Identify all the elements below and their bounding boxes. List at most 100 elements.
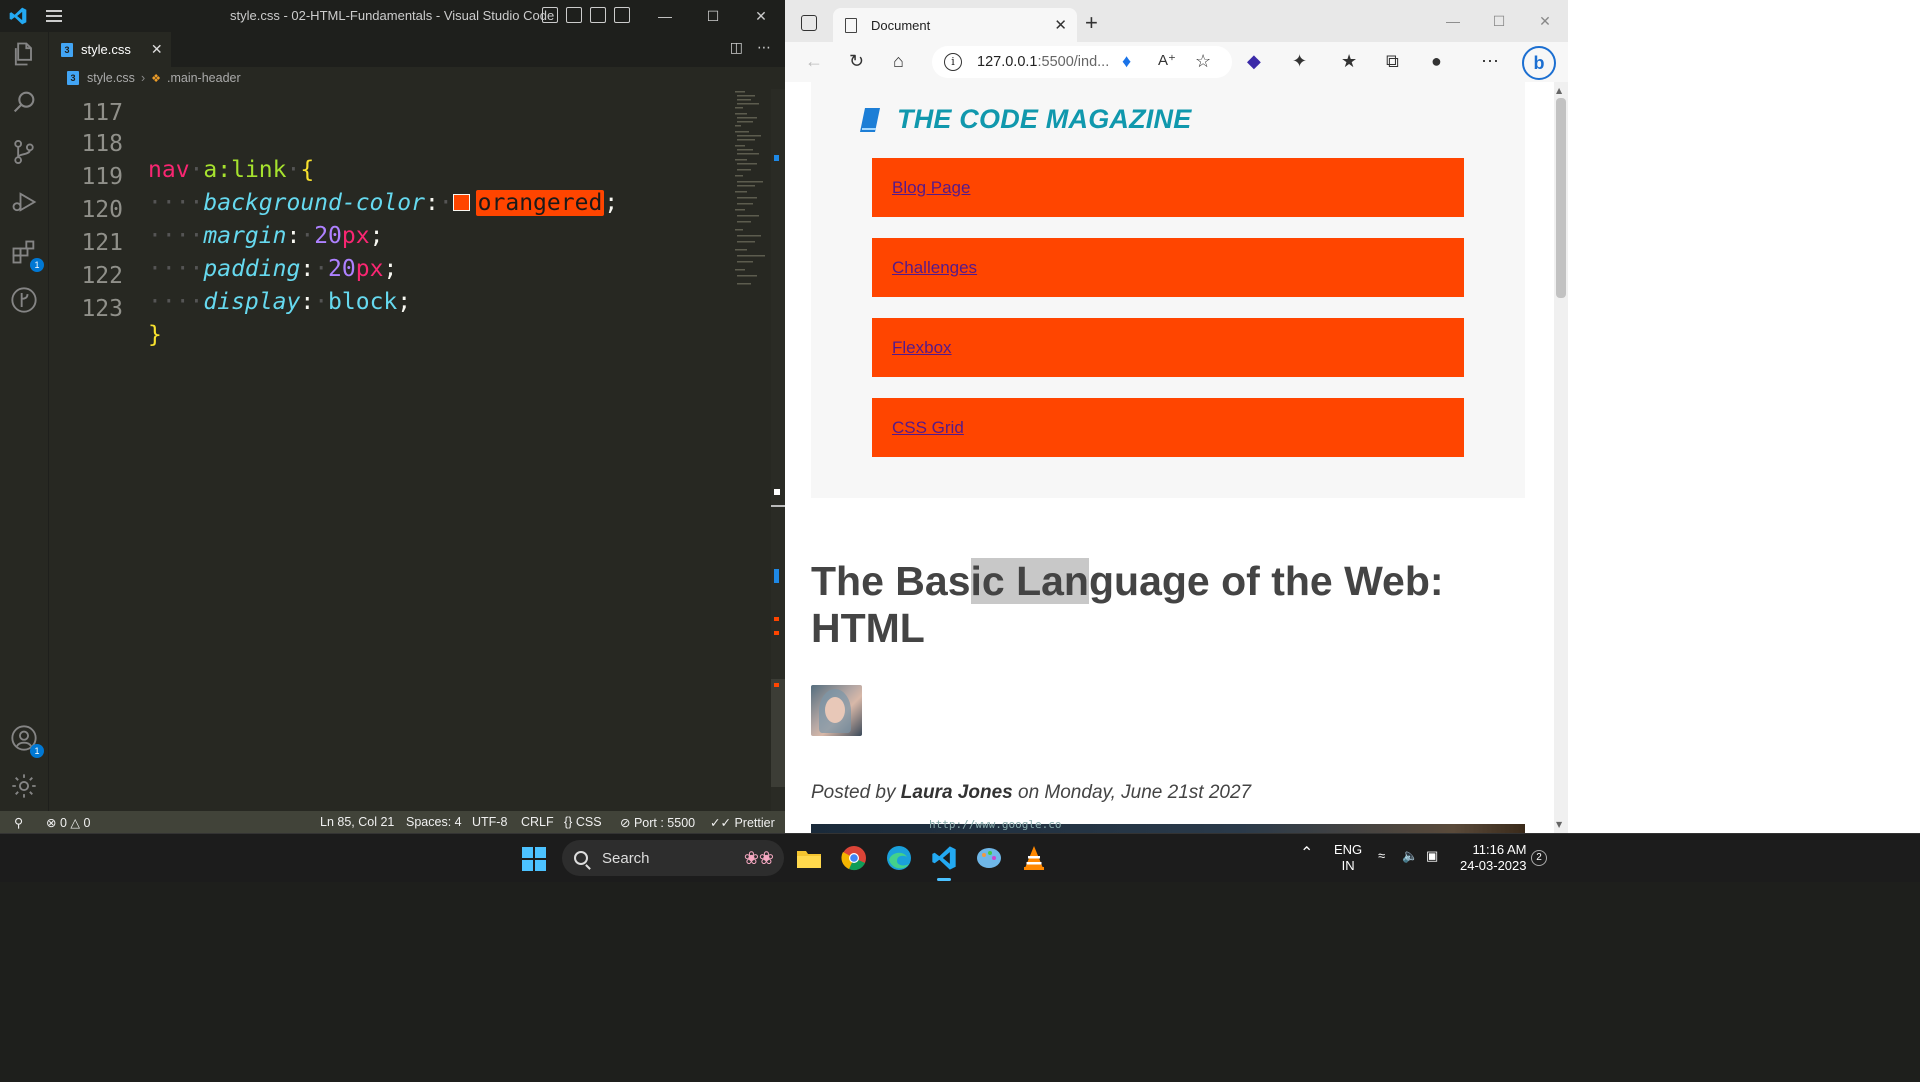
clock[interactable]: 11:16 AM 24-03-2023: [1460, 842, 1527, 874]
post-byline: Posted by Laura Jones on Monday, June 21…: [811, 782, 1251, 804]
close-tab-icon[interactable]: ✕: [151, 41, 163, 58]
taskbar-search[interactable]: Search ❀❀: [562, 840, 784, 876]
line-ending[interactable]: CRLF: [521, 815, 554, 829]
profile-avatar-icon[interactable]: ●: [1431, 51, 1442, 72]
read-aloud-icon[interactable]: A⁺: [1158, 51, 1176, 69]
live-server-port[interactable]: ⊘ Port : 5500: [620, 815, 695, 830]
code-line: 119 ····background-color:· orangered;: [49, 138, 729, 216]
favorites-icon[interactable]: ★: [1341, 51, 1357, 72]
braces-icon: {}: [564, 815, 573, 829]
search-icon[interactable]: [10, 88, 40, 118]
toggle-secondary-sidebar-icon[interactable]: [590, 7, 606, 23]
vlc-icon[interactable]: [1020, 844, 1048, 872]
browser-tab[interactable]: Document ✕: [833, 8, 1077, 42]
problems-indicator[interactable]: ⊗ 0 △ 0: [46, 815, 90, 830]
editor-scrollbar[interactable]: [771, 89, 785, 811]
clock-time: 11:16 AM: [1472, 842, 1527, 857]
minimize-button[interactable]: —: [641, 0, 689, 32]
accounts-icon[interactable]: 1: [10, 724, 44, 758]
scroll-marker: [774, 489, 780, 495]
address-bar[interactable]: i 127.0.0.1:5500/ind...: [932, 46, 1232, 78]
toggle-primary-sidebar-icon[interactable]: [542, 7, 558, 23]
battery-icon[interactable]: ▣: [1426, 848, 1438, 864]
start-button[interactable]: [522, 847, 546, 871]
bing-copilot-icon[interactable]: b: [1522, 46, 1556, 80]
breadcrumb-symbol[interactable]: .main-header: [167, 71, 241, 85]
explorer-icon[interactable]: [10, 40, 40, 70]
close-window-button[interactable]: ✕: [737, 0, 785, 32]
more-actions-icon[interactable]: ⋯: [757, 40, 771, 56]
source-control-icon[interactable]: [10, 138, 40, 168]
nav-link-css-grid[interactable]: CSS Grid: [872, 398, 1464, 457]
extensions-puzzle-icon[interactable]: ✦: [1292, 51, 1307, 72]
code-editor[interactable]: 117 118 nav·a:link·{ 119 ····background-…: [49, 89, 729, 811]
byline-date: on Monday, June 21st 2027: [1012, 782, 1252, 803]
line-number: 123: [81, 296, 123, 322]
scroll-up-icon[interactable]: ▲: [1556, 86, 1562, 95]
collections-icon[interactable]: ⧉: [1386, 51, 1399, 72]
settings-gear-icon[interactable]: [10, 772, 40, 802]
editor-tabs: 3 style.css ✕ ◫ ⋯: [49, 32, 785, 67]
nav-link-flexbox[interactable]: Flexbox: [872, 318, 1464, 377]
scroll-thumb[interactable]: [771, 679, 785, 787]
more-menu-icon[interactable]: ⋯: [1481, 51, 1499, 72]
chrome-icon[interactable]: [840, 844, 868, 872]
refresh-icon[interactable]: ↻: [849, 51, 864, 72]
file-explorer-icon[interactable]: [795, 844, 823, 872]
book-icon: [860, 107, 880, 132]
prettier-status[interactable]: ✓✓ Prettier: [710, 815, 775, 830]
extensions-badge: 1: [30, 258, 44, 272]
maximize-button[interactable]: ☐: [689, 0, 737, 32]
new-tab-button[interactable]: +: [1085, 10, 1098, 36]
git-graph-icon[interactable]: [10, 286, 40, 316]
minimap[interactable]: [729, 89, 771, 811]
scroll-down-icon[interactable]: ▼: [1556, 820, 1562, 829]
customize-layout-icon[interactable]: [614, 7, 630, 23]
edge-browser-icon[interactable]: [885, 844, 913, 872]
code-line: 122 ····display:·block;: [49, 237, 729, 315]
browser-tabbar: Document ✕ + — ☐ ✕: [785, 0, 1568, 42]
toggle-panel-icon[interactable]: [566, 7, 582, 23]
breadcrumb-file[interactable]: style.css: [87, 71, 135, 85]
page-scrollbar[interactable]: ▲ ▼: [1554, 82, 1568, 833]
vscode-taskbar-icon[interactable]: [930, 844, 958, 872]
edge-window: Document ✕ + — ☐ ✕ ← ↻ ⌂ i 127.0.0.1:550…: [785, 0, 1920, 833]
windows-taskbar: Search ❀❀ ⌃ ENG IN ≈ 🔈 ▣ 11:16 AM 24-03-…: [0, 833, 1920, 882]
wifi-icon[interactable]: ≈: [1378, 848, 1385, 864]
window-title: style.css - 02-HTML-Fundamentals - Visua…: [230, 8, 555, 23]
nav-link-challenges[interactable]: Challenges: [872, 238, 1464, 297]
extension-icon[interactable]: ◆: [1247, 51, 1261, 72]
add-favorite-icon[interactable]: ☆: [1195, 51, 1211, 72]
volume-icon[interactable]: 🔈: [1402, 848, 1418, 864]
language-mode[interactable]: {} CSS: [564, 815, 602, 829]
site-info-icon[interactable]: i: [944, 53, 962, 71]
scroll-marker: [774, 631, 779, 635]
run-debug-icon[interactable]: [10, 188, 40, 218]
url-host: 127.0.0.1: [977, 54, 1038, 70]
no-entry-icon: ⊘: [620, 816, 631, 830]
cherry-blossom-icon: ❀❀: [743, 847, 774, 868]
active-app-indicator: [937, 878, 951, 881]
show-hidden-icons-chevron-up-icon[interactable]: ⌃: [1300, 846, 1313, 862]
split-editor-icon[interactable]: ◫: [730, 40, 743, 56]
maximize-button[interactable]: ☐: [1476, 0, 1522, 42]
tab-actions-icon[interactable]: [801, 15, 817, 31]
back-arrow-icon[interactable]: ←: [805, 51, 823, 72]
hamburger-menu-icon[interactable]: [46, 7, 66, 25]
scroll-thumb[interactable]: [1556, 98, 1566, 298]
notification-count-badge[interactable]: 2: [1531, 850, 1547, 866]
minimize-button[interactable]: —: [1430, 0, 1476, 42]
close-tab-icon[interactable]: ✕: [1054, 16, 1067, 34]
paint-app-icon[interactable]: [975, 844, 1003, 872]
indentation[interactable]: Spaces: 4: [406, 815, 462, 829]
language-indicator[interactable]: ENG IN: [1334, 842, 1362, 874]
tab-style-css[interactable]: 3 style.css ✕: [49, 32, 171, 67]
remote-icon[interactable]: ⚲: [14, 815, 23, 830]
nav-link-blog[interactable]: Blog Page: [872, 158, 1464, 217]
encoding[interactable]: UTF-8: [472, 815, 507, 829]
extensions-icon[interactable]: 1: [10, 238, 44, 272]
tag-icon[interactable]: ♦: [1122, 51, 1131, 72]
close-window-button[interactable]: ✕: [1522, 0, 1568, 42]
cursor-position[interactable]: Ln 85, Col 21: [320, 815, 394, 829]
home-icon[interactable]: ⌂: [893, 51, 904, 72]
